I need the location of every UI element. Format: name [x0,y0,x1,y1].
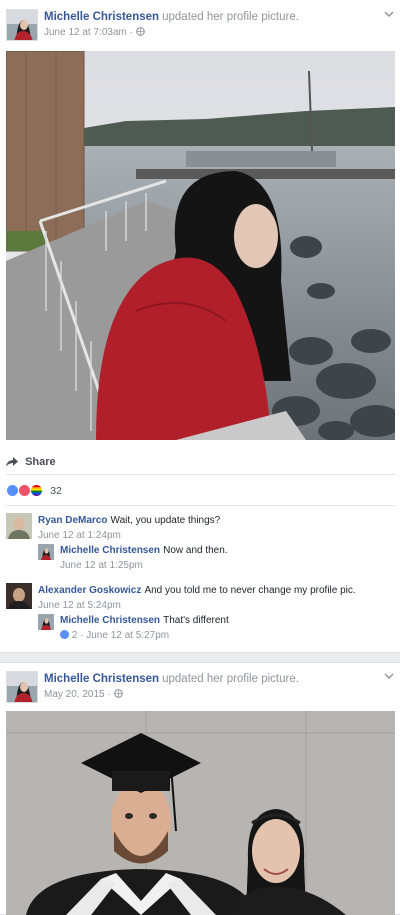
reply-text: Now and then. [163,545,228,556]
share-arrow-icon [6,456,25,468]
profile-photo[interactable] [6,51,395,440]
reaction-count: 32 [50,484,62,497]
post-action-text: updated her profile picture. [162,673,299,685]
comment-text: And you told me to never change my profi… [144,585,356,596]
like-icon [60,630,69,639]
reply-author-link[interactable]: Michelle Christensen [60,545,160,556]
comment-reply: Michelle Christensen That's different 2 … [38,613,394,641]
reply-timestamp[interactable]: June 12 at 5:27pm [86,630,169,641]
reply-author-avatar[interactable] [38,544,54,560]
comment: Ryan DeMarco Wait, you update things? Ju… [6,513,394,543]
post-options-chevron-icon[interactable] [384,669,394,683]
commenter-avatar[interactable] [6,583,32,609]
post-author-link[interactable]: Michelle Christensen [44,11,159,23]
post-header: Michelle Christensen updated her profile… [6,671,394,705]
post-timestamp[interactable]: May 20, 2015 [44,689,105,700]
like-icon [6,484,19,497]
divider [6,474,395,475]
comment-timestamp[interactable]: June 12 at 5:24pm [38,600,356,611]
love-icon [18,484,32,497]
globe-icon [135,27,145,38]
reply-text: That's different [163,615,229,626]
comment-author-link[interactable]: Ryan DeMarco [38,515,107,526]
globe-icon [113,689,123,700]
reply-timestamp[interactable]: June 12 at 1:25pm [60,560,228,571]
commenter-avatar[interactable] [6,513,32,539]
divider [6,505,395,506]
reply-like-count[interactable]: 2 [72,630,78,641]
comment: Alexander Goskowicz And you told me to n… [6,583,394,613]
reply-author-avatar[interactable] [38,614,54,630]
feed-post: Michelle Christensen updated her profile… [0,0,400,653]
post-author-link[interactable]: Michelle Christensen [44,673,159,685]
comment-author-link[interactable]: Alexander Goskowicz [38,585,141,596]
comment-timestamp[interactable]: June 12 at 1:24pm [38,530,220,541]
post-header: Michelle Christensen updated her profile… [6,9,394,43]
author-avatar[interactable] [6,671,38,703]
post-action-text: updated her profile picture. [162,11,299,23]
post-timestamp[interactable]: June 12 at 7:03am [44,27,127,38]
comment-text: Wait, you update things? [110,515,221,526]
reply-author-link[interactable]: Michelle Christensen [60,615,160,626]
post-options-chevron-icon[interactable] [384,7,394,21]
author-avatar[interactable] [6,9,38,41]
pride-icon [30,484,44,497]
profile-photo[interactable] [6,711,395,915]
share-button[interactable]: Share [6,456,56,468]
reactions-summary[interactable]: 32 [6,484,62,498]
comment-reply: Michelle Christensen Now and then. June … [38,543,394,571]
